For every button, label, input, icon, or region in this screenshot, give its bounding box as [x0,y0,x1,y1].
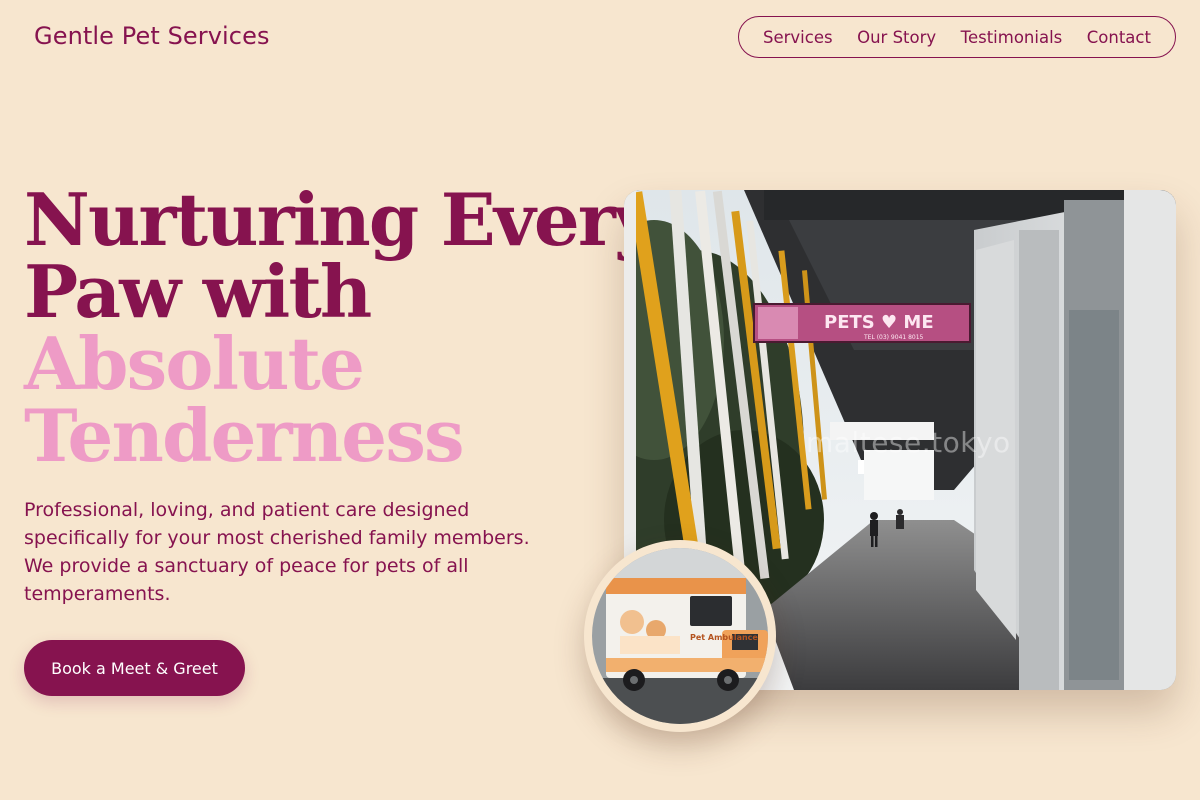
sign-phone: TEL (03) 9041 8015 [863,334,924,341]
hero-inset-photo: Pet Ambulance [584,540,776,732]
van-text: Pet Ambulance [690,633,758,642]
hero-title-line-3: Absolute [24,321,365,406]
brand-logo[interactable]: Gentle Pet Services [34,22,270,50]
hero-description: Professional, loving, and patient care d… [24,499,530,605]
site-header: Gentle Pet Services Services Our Story T… [0,0,1200,76]
nav-link-testimonials[interactable]: Testimonials [961,28,1063,47]
hero-title: Nurturing Every Paw with Absolute Tender… [24,177,656,478]
hero-title-line-2: Paw with [24,249,372,334]
photo-watermark: maltese.tokyo [806,426,1011,459]
hero-title-line-1: Nurturing Every [24,177,656,262]
nav-link-contact[interactable]: Contact [1087,28,1151,47]
main-nav: Services Our Story Testimonials Contact [738,16,1176,58]
nav-link-our-story[interactable]: Our Story [857,28,936,47]
pet-ambulance-van-illustration: Pet Ambulance [592,548,768,724]
sign-text: PETS ♥ ME [824,312,934,333]
book-meet-greet-button[interactable]: Book a Meet & Greet [24,640,245,696]
nav-link-services[interactable]: Services [763,28,833,47]
hero-title-line-4: Tenderness [24,393,465,478]
inset-photo-frame: Pet Ambulance [592,548,768,724]
